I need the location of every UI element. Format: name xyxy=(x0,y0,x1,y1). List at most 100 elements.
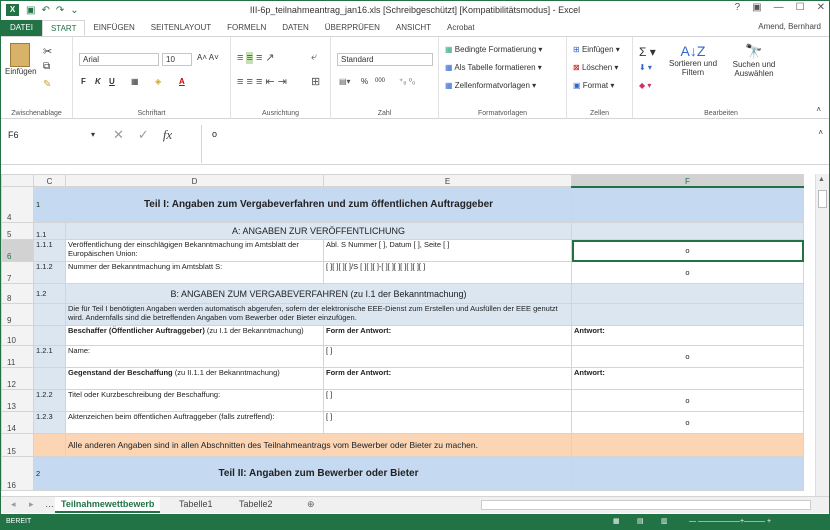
view-layout-icon[interactable]: ▤ xyxy=(637,514,644,529)
find-select-button[interactable]: 🔭 Suchen und Auswählen xyxy=(727,43,781,78)
enter-icon[interactable]: ✓ xyxy=(138,127,149,143)
row-header[interactable]: 6 xyxy=(1,239,34,262)
cell[interactable]: o xyxy=(571,261,804,284)
select-all-corner[interactable] xyxy=(1,174,34,187)
formula-input[interactable]: o xyxy=(201,125,809,163)
minimize-icon[interactable]: — xyxy=(774,2,784,13)
sheet-tab-tabelle2[interactable]: Tabelle2 xyxy=(233,497,279,513)
scroll-thumb[interactable] xyxy=(818,190,827,208)
tab-formulas[interactable]: FORMELN xyxy=(219,20,274,36)
font-name-select[interactable]: Arial xyxy=(79,53,159,66)
redo-icon[interactable]: ↷ xyxy=(56,5,64,16)
row-header[interactable]: 9 xyxy=(1,303,34,326)
tab-view[interactable]: ANSICHT xyxy=(388,20,439,36)
cell-subsection-title[interactable]: B: ANGABEN ZUM VERGABEVERFAHREN (zu I.1 … xyxy=(65,283,572,304)
cell[interactable] xyxy=(33,303,66,326)
autosum-icon[interactable]: Σ ▾ xyxy=(639,45,656,59)
cell[interactable]: Veröffentlichung der einschlägigen Bekan… xyxy=(65,239,324,262)
cell[interactable] xyxy=(33,325,66,346)
column-header-e[interactable]: E xyxy=(323,174,572,187)
cell-section-title[interactable]: Teil I: Angaben zum Vergabeverfahren und… xyxy=(65,186,572,223)
cell[interactable]: [ ] xyxy=(323,411,572,434)
cell[interactable]: 2 xyxy=(33,456,66,491)
cell[interactable]: o xyxy=(571,411,804,434)
cell[interactable]: 1.1.1 xyxy=(33,239,66,262)
cell[interactable]: o xyxy=(571,389,804,412)
sort-filter-button[interactable]: A↓Z Sortieren und Filtern xyxy=(665,43,721,77)
row-header[interactable]: 14 xyxy=(1,411,34,434)
cell[interactable]: 1.2 xyxy=(33,283,66,304)
worksheet-grid[interactable]: C D E F 4 1 Teil I: Angaben zum Vergabev… xyxy=(1,174,829,496)
cut-icon[interactable]: ✂ xyxy=(43,45,52,58)
tab-page-layout[interactable]: SEITENLAYOUT xyxy=(143,20,219,36)
cell[interactable] xyxy=(571,283,804,304)
column-header-d[interactable]: D xyxy=(65,174,324,187)
cell[interactable]: Antwort: xyxy=(571,367,804,390)
ribbon-display-icon[interactable]: ▣ xyxy=(752,2,761,13)
horizontal-align-icons[interactable]: ≡ ≡ ≡ ⇤ ⇥ xyxy=(237,75,287,88)
horizontal-scrollbar[interactable] xyxy=(481,500,811,510)
underline-icon[interactable]: U xyxy=(109,77,115,86)
bold-icon[interactable]: F xyxy=(81,77,86,86)
format-painter-icon[interactable]: ✎ xyxy=(43,79,51,90)
insert-function-icon[interactable]: fx xyxy=(163,127,172,143)
scroll-up-icon[interactable]: ▲ xyxy=(818,176,827,185)
number-format-select[interactable]: Standard xyxy=(337,53,433,66)
save-icon[interactable]: ▣ xyxy=(26,5,35,16)
sheet-next-icon[interactable]: ▸ xyxy=(23,497,40,513)
cell-note[interactable]: Alle anderen Angaben sind in allen Absch… xyxy=(65,433,572,457)
cell[interactable] xyxy=(571,456,804,491)
conditional-format-button[interactable]: ▦ Bedingte Formatierung ▾ xyxy=(445,45,542,54)
name-box[interactable]: F6 xyxy=(5,127,97,144)
cell[interactable]: Nummer der Bekanntmachung im Amtsblatt S… xyxy=(65,261,324,284)
cell[interactable] xyxy=(33,433,66,457)
vertical-align-icons[interactable]: ≡ ≡ ≡ ↗ xyxy=(237,51,275,64)
percent-icon[interactable]: % xyxy=(361,77,368,86)
cell[interactable]: Gegenstand der Beschaffung (zu II.1.1 de… xyxy=(65,367,324,390)
row-header[interactable]: 11 xyxy=(1,345,34,368)
clear-icon[interactable]: ◆ ▾ xyxy=(639,81,651,90)
row-header[interactable]: 16 xyxy=(1,456,34,491)
close-icon[interactable]: ✕ xyxy=(817,2,825,13)
copy-icon[interactable]: ⧉ xyxy=(43,61,50,72)
cell[interactable]: [ ] xyxy=(323,389,572,412)
zoom-slider[interactable]: — ——————+——— + xyxy=(689,514,771,529)
row-header[interactable]: 13 xyxy=(1,389,34,412)
row-header[interactable]: 8 xyxy=(1,283,34,304)
sheet-tab-teilnahmewettbewerb[interactable]: Teilnahmewettbewerb xyxy=(55,497,161,513)
view-normal-icon[interactable]: ▦ xyxy=(613,514,620,529)
fill-color-icon[interactable]: ◈ xyxy=(155,77,161,86)
cell-section-title[interactable]: Teil II: Angaben zum Bewerber oder Biete… xyxy=(65,456,572,491)
cell[interactable] xyxy=(33,367,66,390)
row-header[interactable]: 4 xyxy=(1,186,34,223)
row-header[interactable]: 5 xyxy=(1,222,34,240)
grow-font-icon[interactable]: A˄ A˅ xyxy=(197,53,219,62)
cell[interactable]: Aktenzeichen beim öffentlichen Auftragge… xyxy=(65,411,324,434)
cell[interactable]: [ ] xyxy=(323,345,572,368)
cell[interactable] xyxy=(571,433,804,457)
paste-button[interactable]: Einfügen xyxy=(5,43,37,76)
cell[interactable] xyxy=(571,222,804,240)
delete-cells-button[interactable]: ⊠ Löschen ▾ xyxy=(573,63,618,72)
expand-formula-icon[interactable]: ˄ xyxy=(818,128,823,137)
currency-icon[interactable]: ▤▾ xyxy=(339,77,351,86)
merge-icon[interactable]: ⊞ xyxy=(311,75,320,88)
add-sheet-icon[interactable]: ⊕ xyxy=(301,497,321,513)
view-pagebreak-icon[interactable]: ▥ xyxy=(661,514,668,529)
row-header[interactable]: 15 xyxy=(1,433,34,457)
cell[interactable] xyxy=(571,303,804,326)
cell[interactable]: Form der Antwort: xyxy=(323,325,572,346)
cell[interactable]: 1.2.3 xyxy=(33,411,66,434)
selected-cell[interactable]: o xyxy=(571,239,804,262)
font-size-select[interactable]: 10 xyxy=(162,53,192,66)
tab-data[interactable]: DATEN xyxy=(274,20,317,36)
tab-review[interactable]: ÜBERPRÜFEN xyxy=(317,20,388,36)
name-box-dropdown-icon[interactable]: ▾ xyxy=(91,130,95,139)
wrap-text-icon[interactable]: ⤶ xyxy=(311,51,317,64)
border-icon[interactable]: ▦ xyxy=(131,77,139,86)
cell[interactable]: [ ][ ][ ][ ]/S [ ][ ][ ]-[ ][ ][ ][ ][ ]… xyxy=(323,261,572,284)
tab-insert[interactable]: EINFÜGEN xyxy=(85,20,142,36)
tab-file[interactable]: DATEI xyxy=(1,20,42,36)
insert-cells-button[interactable]: ⊞ Einfügen ▾ xyxy=(573,45,620,54)
fill-icon[interactable]: ⬇ ▾ xyxy=(639,63,652,72)
